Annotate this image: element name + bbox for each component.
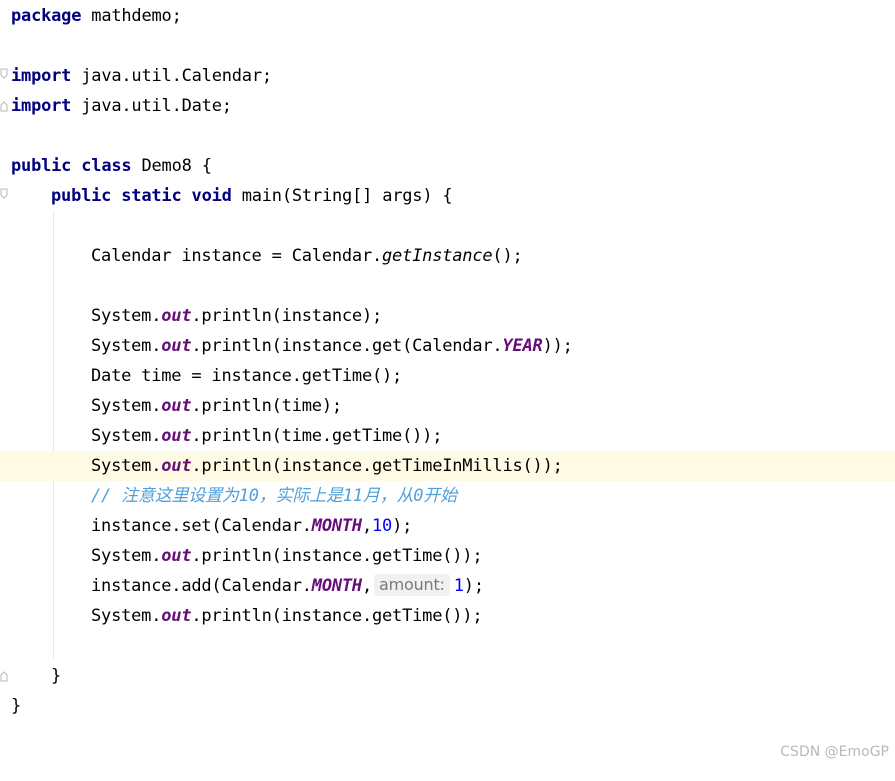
code-text: .println(instance.getTimeInMillis()); [191,456,563,476]
code-text: Demo8 { [131,156,212,176]
static-field: out [161,306,192,326]
code-line[interactable]: instance.set(Calendar.MONTH,10); [0,511,895,541]
keyword: import [11,96,72,116]
code-text: , [361,576,373,596]
code-line[interactable]: public static void main(String[] args) { [0,181,895,211]
static-field: YEAR [502,336,543,356]
code-text: , [361,516,373,536]
static-field: out [161,456,192,476]
code-line[interactable]: import java.util.Date; [0,91,895,121]
code-line[interactable]: Calendar instance = Calendar.getInstance… [0,241,895,271]
code-text: Date time = instance.getTime(); [91,366,403,386]
static-field: out [161,426,192,446]
code-text: .println(instance.get(Calendar. [191,336,503,356]
keyword: class [81,156,132,176]
keyword: import [11,66,72,86]
code-text: } [51,666,62,686]
number-literal: 1 [453,576,464,596]
code-text: System. [91,546,162,566]
code-line[interactable]: } [0,661,895,691]
code-text: System. [91,426,162,446]
code-text: java.util.Calendar; [71,66,272,86]
keyword: package [11,6,82,26]
code-line[interactable]: Date time = instance.getTime(); [0,361,895,391]
code-editor[interactable]: package mathdemo; import java.util.Calen… [0,0,895,766]
code-line[interactable]: System.out.println(instance.get(Calendar… [0,331,895,361]
code-text: main(String[] args) { [231,186,453,206]
code-text: mathdemo; [81,6,182,26]
code-text: .println(time.getTime()); [191,426,443,446]
parameter-hint: amount: [374,574,450,596]
code-text: (); [492,246,523,266]
static-field: MONTH [311,576,362,596]
code-text: System. [91,306,162,326]
code-text: System. [91,456,162,476]
keyword: static [121,186,182,206]
code-text: java.util.Date; [71,96,232,116]
code-line[interactable]: System.out.println(instance); [0,301,895,331]
code-line[interactable]: System.out.println(instance.getTime()); [0,601,895,631]
code-line[interactable]: System.out.println(time.getTime()); [0,421,895,451]
code-line[interactable]: public class Demo8 { [0,151,895,181]
code-line[interactable]: instance.add(Calendar.MONTH, amount: 1); [0,571,895,601]
code-text: } [11,696,22,716]
code-line[interactable]: import java.util.Calendar; [0,61,895,91]
keyword: public [51,186,112,206]
static-field: out [161,336,192,356]
code-text: instance.set(Calendar. [91,516,312,536]
code-text: instance.add(Calendar. [91,576,312,596]
code-line[interactable]: System.out.println(instance.getTime()); [0,541,895,571]
static-method-call: getInstance [382,246,493,266]
current-code-line[interactable]: System.out.println(instance.getTimeInMil… [0,451,895,481]
watermark: CSDN @EmoGP [780,744,889,760]
code-line[interactable]: package mathdemo; [0,1,895,31]
code-text: .println(instance); [191,306,383,326]
number-literal: 10 [372,516,393,536]
static-field: out [161,546,192,566]
code-line[interactable]: System.out.println(time); [0,391,895,421]
code-text: ); [463,576,484,596]
code-text: )); [542,336,573,356]
code-text: .println(instance.getTime()); [191,546,483,566]
static-field: out [161,396,192,416]
keyword: public [11,156,72,176]
code-text: System. [91,606,162,626]
code-line[interactable]: // 注意这里设置为10，实际上是11月，从0开始 [0,481,895,511]
keyword: void [191,186,232,206]
code-comment: // 注意这里设置为10，实际上是11月，从0开始 [91,486,457,506]
code-text: Calendar instance = Calendar. [91,246,383,266]
code-text: System. [91,396,162,416]
code-text: ); [392,516,413,536]
static-field: MONTH [311,516,362,536]
code-text: System. [91,336,162,356]
code-text: .println(instance.getTime()); [191,606,483,626]
code-text: .println(time); [191,396,342,416]
static-field: out [161,606,192,626]
code-line[interactable]: } [0,691,895,721]
